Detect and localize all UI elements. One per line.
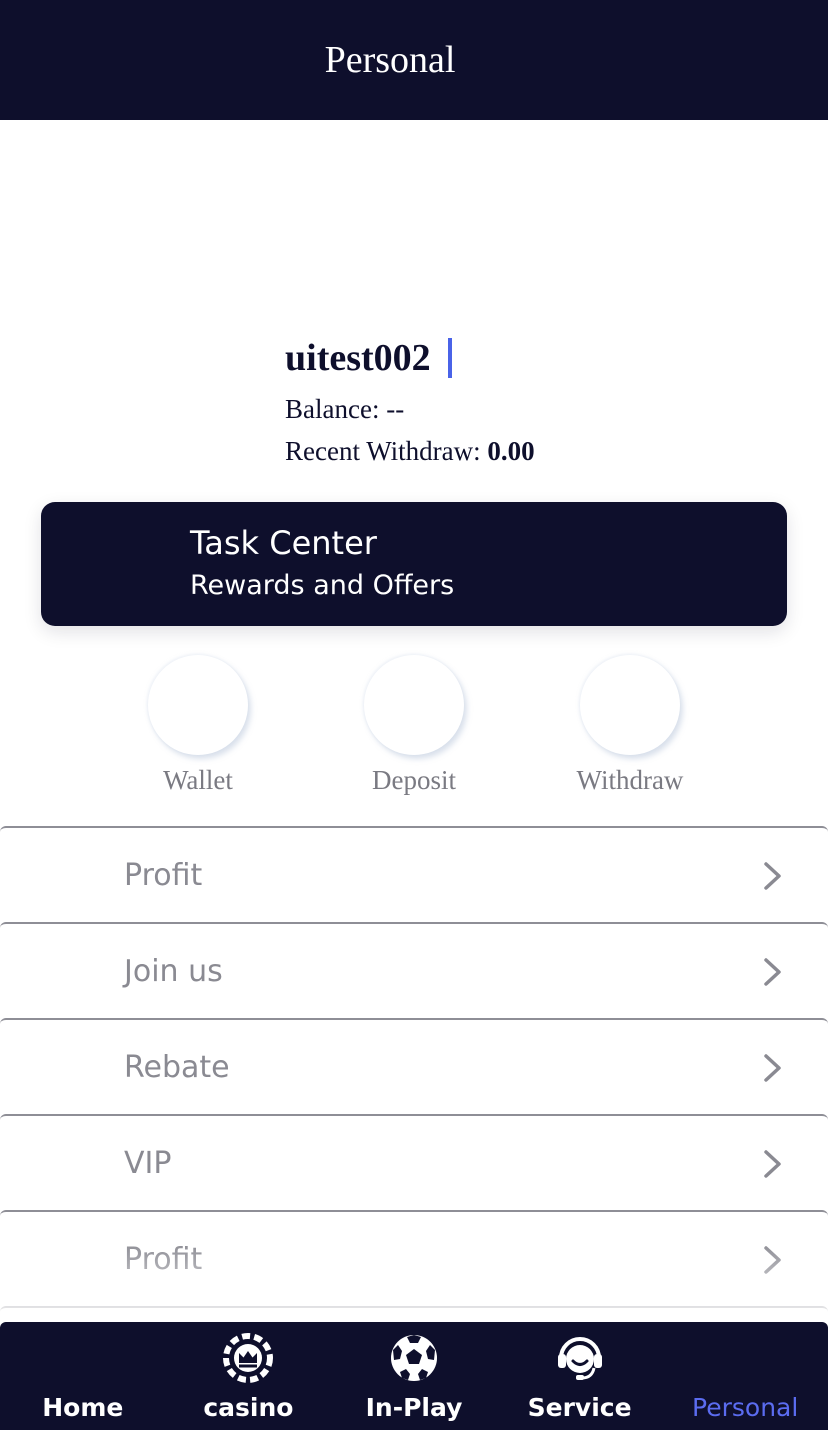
top-header: Personal <box>0 0 828 120</box>
wallet-action[interactable]: Wallet <box>98 655 298 796</box>
headset-icon <box>554 1332 606 1384</box>
tab-home[interactable]: Home <box>0 1322 166 1430</box>
tab-service-label: Service <box>527 1393 632 1422</box>
balance-value: -- <box>386 394 405 424</box>
menu-item-label: Profit <box>124 857 203 893</box>
tab-personal-label: Personal <box>692 1393 799 1422</box>
task-center-subtitle: Rewards and Offers <box>190 570 455 601</box>
withdraw-icon <box>580 655 680 755</box>
deposit-icon <box>364 655 464 755</box>
tab-personal[interactable]: Personal <box>662 1322 828 1430</box>
menu-item-profit-2[interactable]: Profit <box>0 1210 828 1306</box>
task-center-title: Task Center <box>190 524 377 562</box>
deposit-label: Deposit <box>372 765 456 795</box>
menu-item-label: VIP <box>124 1145 172 1181</box>
tab-service[interactable]: Service <box>497 1322 663 1430</box>
chevron-right-icon <box>762 862 784 890</box>
chevron-right-icon <box>762 1054 784 1082</box>
chevron-right-icon <box>762 1150 784 1178</box>
username-divider <box>447 338 452 378</box>
chevron-right-icon <box>762 1246 784 1274</box>
menu-item-label: Join us <box>124 953 223 989</box>
page-title: Personal <box>324 39 456 81</box>
menu-item-vip[interactable]: VIP <box>0 1114 828 1210</box>
task-center-card[interactable]: Task Center Rewards and Offers <box>41 502 787 626</box>
balance-label: Balance: <box>285 394 380 424</box>
tab-in-play[interactable]: In-Play <box>331 1322 497 1430</box>
settings-menu: Profit Join us Rebate VIP Profit <box>0 826 828 1326</box>
withdraw-action[interactable]: Withdraw <box>530 655 730 796</box>
recent-withdraw-label: Recent Withdraw: <box>285 436 481 466</box>
profile-section: uitest002 Balance: -- Recent Withdraw: 0… <box>285 332 535 468</box>
menu-item-rebate[interactable]: Rebate <box>0 1018 828 1114</box>
crown-chip-icon <box>222 1332 274 1384</box>
recent-withdraw-value: 0.00 <box>487 436 535 466</box>
menu-item-join-us[interactable]: Join us <box>0 922 828 1018</box>
tab-home-label: Home <box>42 1393 124 1422</box>
menu-item-label: Rebate <box>124 1049 230 1085</box>
deposit-action[interactable]: Deposit <box>314 655 514 796</box>
chevron-right-icon <box>762 958 784 986</box>
username: uitest002 <box>285 337 431 379</box>
tab-casino[interactable]: casino <box>166 1322 332 1430</box>
wallet-label: Wallet <box>163 765 233 795</box>
wallet-icon <box>148 655 248 755</box>
menu-item-label: Profit <box>124 1241 203 1277</box>
bottom-tab-bar: Home casino In-Play Service Personal <box>0 1322 828 1430</box>
quick-actions: Wallet Deposit Withdraw <box>0 655 828 805</box>
soccer-ball-icon <box>388 1332 440 1384</box>
balance-line: Balance: -- <box>285 392 535 426</box>
withdraw-label: Withdraw <box>576 765 684 795</box>
recent-withdraw-line: Recent Withdraw: 0.00 <box>285 434 535 468</box>
username-row: uitest002 <box>285 332 535 384</box>
tab-in-play-label: In-Play <box>365 1393 463 1422</box>
tab-casino-label: casino <box>203 1393 294 1422</box>
menu-item-profit[interactable]: Profit <box>0 826 828 922</box>
